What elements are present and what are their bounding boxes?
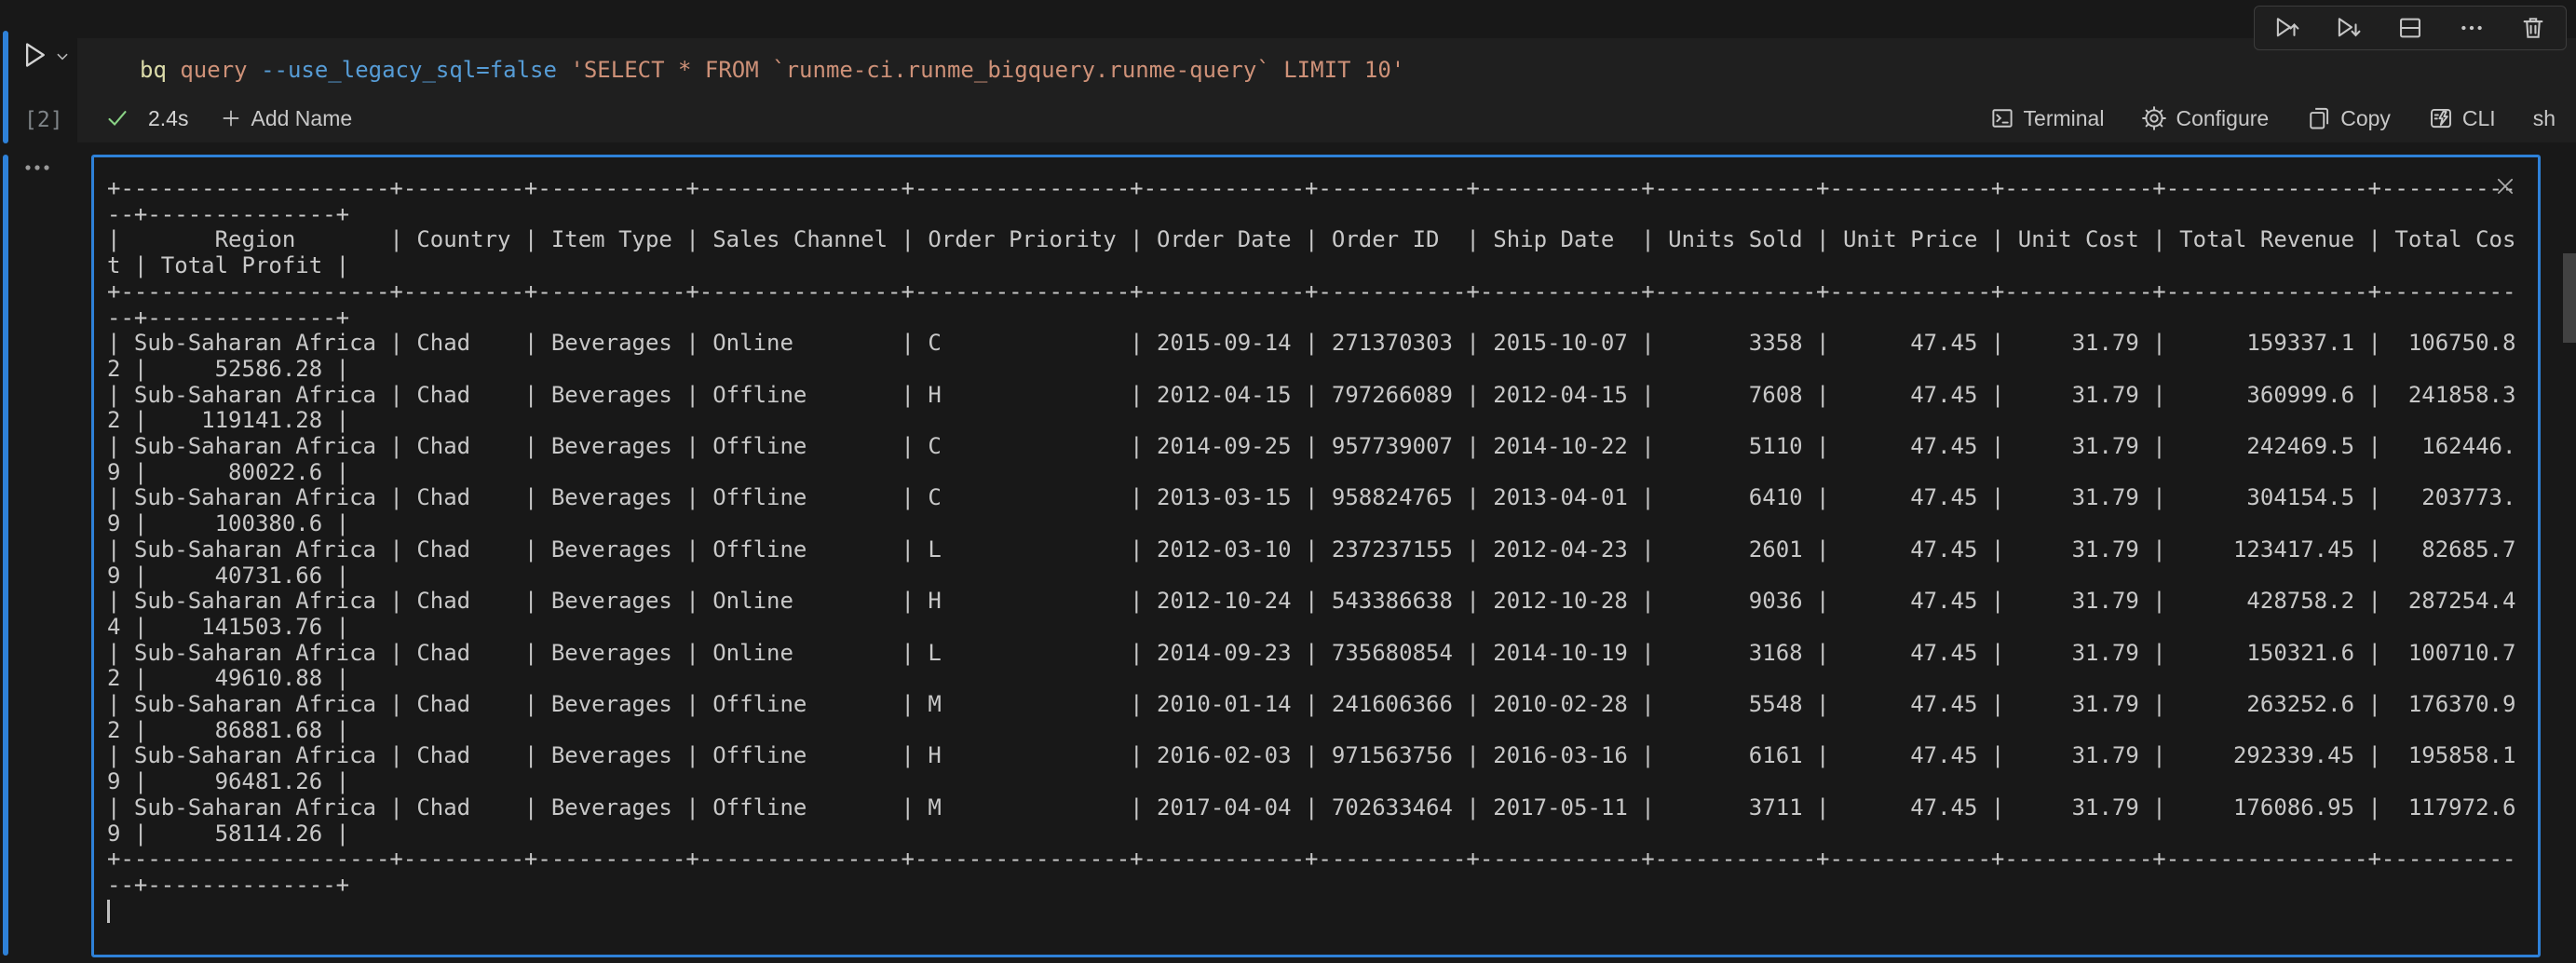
terminal-line: | Sub-Saharan Africa | Chad | Beverages … <box>107 743 2538 769</box>
terminal-line: | Sub-Saharan Africa | Chad | Beverages … <box>107 795 2538 821</box>
terminal-line: t | Total Profit | <box>107 253 2538 279</box>
command-program: bq <box>140 57 167 83</box>
terminal-line: | Sub-Saharan Africa | Chad | Beverages … <box>107 641 2538 667</box>
cli-icon <box>2428 105 2454 131</box>
terminal-line: 4 | 141503.76 | <box>107 615 2538 641</box>
terminal-line: --+--------------+ <box>107 202 2538 228</box>
run-above-button[interactable] <box>2273 14 2301 42</box>
terminal-line: 9 | 80022.6 | <box>107 460 2538 486</box>
cell-focus-bar <box>3 31 8 143</box>
terminal-label: Terminal <box>2024 106 2105 131</box>
run-below-button[interactable] <box>2335 14 2363 42</box>
add-name-label: Add Name <box>251 106 352 131</box>
cli-label: CLI <box>2462 106 2496 131</box>
terminal-line: 2 | 49610.88 | <box>107 666 2538 692</box>
notebook-cell: bq query --use_legacy_sql=false 'SELECT … <box>77 38 2576 142</box>
add-name-button[interactable]: Add Name <box>220 106 352 131</box>
terminal-line: 2 | 119141.28 | <box>107 408 2538 434</box>
editor-scrollbar-thumb[interactable] <box>2563 253 2576 343</box>
terminal-line: | Sub-Saharan Africa | Chad | Beverages … <box>107 589 2538 615</box>
command-subcommand: query <box>180 57 247 83</box>
terminal-line: | Sub-Saharan Africa | Chad | Beverages … <box>107 434 2538 460</box>
cell-output-terminal: +--------------------+---------+--------… <box>91 155 2541 957</box>
run-options-chevron-icon[interactable] <box>54 48 71 65</box>
cell-status-bar: 2.4s Add Name Terminal <box>77 94 2576 142</box>
terminal-line: 2 | 52586.28 | <box>107 357 2538 383</box>
play-icon <box>19 39 50 71</box>
output-focus-bar <box>3 155 8 956</box>
gear-icon <box>2141 105 2167 131</box>
copy-label: Copy <box>2340 106 2391 131</box>
terminal-line: | Sub-Saharan Africa | Chad | Beverages … <box>107 537 2538 563</box>
terminal-line: | Region | Country | Item Type | Sales C… <box>107 227 2538 253</box>
success-check-icon <box>105 106 129 130</box>
terminal-line: --+--------------+ <box>107 873 2538 899</box>
delete-cell-button[interactable] <box>2519 14 2547 42</box>
terminal-line: +--------------------+---------+--------… <box>107 176 2538 202</box>
terminal-cursor <box>107 900 110 923</box>
copy-icon <box>2306 105 2332 131</box>
terminal-lines: +--------------------+---------+--------… <box>107 176 2538 899</box>
cli-button[interactable]: CLI <box>2428 105 2496 131</box>
terminal-line: 9 | 58114.26 | <box>107 821 2538 848</box>
terminal-cursor-line <box>107 899 2538 925</box>
terminal-line: | Sub-Saharan Africa | Chad | Beverages … <box>107 485 2538 511</box>
terminal-line: | Sub-Saharan Africa | Chad | Beverages … <box>107 383 2538 409</box>
execution-duration: 2.4s <box>148 106 188 131</box>
terminal-line: 9 | 40731.66 | <box>107 563 2538 590</box>
terminal-line: 9 | 100380.6 | <box>107 511 2538 537</box>
status-right: Terminal Configure <box>1989 105 2556 131</box>
command-editor[interactable]: bq query --use_legacy_sql=false 'SELECT … <box>140 47 1404 92</box>
terminal-line: --+--------------+ <box>107 305 2538 332</box>
language-indicator[interactable]: sh <box>2533 106 2556 131</box>
terminal-line: +--------------------+---------+--------… <box>107 847 2538 873</box>
terminal-line: 9 | 96481.26 | <box>107 769 2538 795</box>
terminal-line: +--------------------+---------+--------… <box>107 279 2538 305</box>
configure-button[interactable]: Configure <box>2141 105 2269 131</box>
more-actions-button[interactable] <box>2458 14 2486 42</box>
configure-label: Configure <box>2176 106 2269 131</box>
command-query-string: 'SELECT * FROM `runme-ci.runme_bigquery.… <box>570 57 1404 83</box>
status-left: 2.4s Add Name <box>105 106 352 131</box>
cell-menu-ellipsis-icon[interactable] <box>24 156 52 179</box>
execution-count: [2] <box>24 108 63 132</box>
copy-button[interactable]: Copy <box>2306 105 2391 131</box>
run-cell-button[interactable] <box>19 39 50 71</box>
terminal-button[interactable]: Terminal <box>1989 105 2105 131</box>
terminal-output[interactable]: +--------------------+---------+--------… <box>94 157 2538 955</box>
command-flag: --use_legacy_sql=false <box>261 57 557 83</box>
close-output-button[interactable] <box>2493 174 2517 198</box>
terminal-icon <box>1989 105 2015 131</box>
plus-icon <box>220 107 242 129</box>
terminal-line: | Sub-Saharan Africa | Chad | Beverages … <box>107 692 2538 718</box>
cell-toolbar <box>2254 6 2567 50</box>
terminal-line: | Sub-Saharan Africa | Chad | Beverages … <box>107 331 2538 357</box>
split-cell-button[interactable] <box>2396 14 2424 42</box>
terminal-line: 2 | 86881.68 | <box>107 718 2538 744</box>
